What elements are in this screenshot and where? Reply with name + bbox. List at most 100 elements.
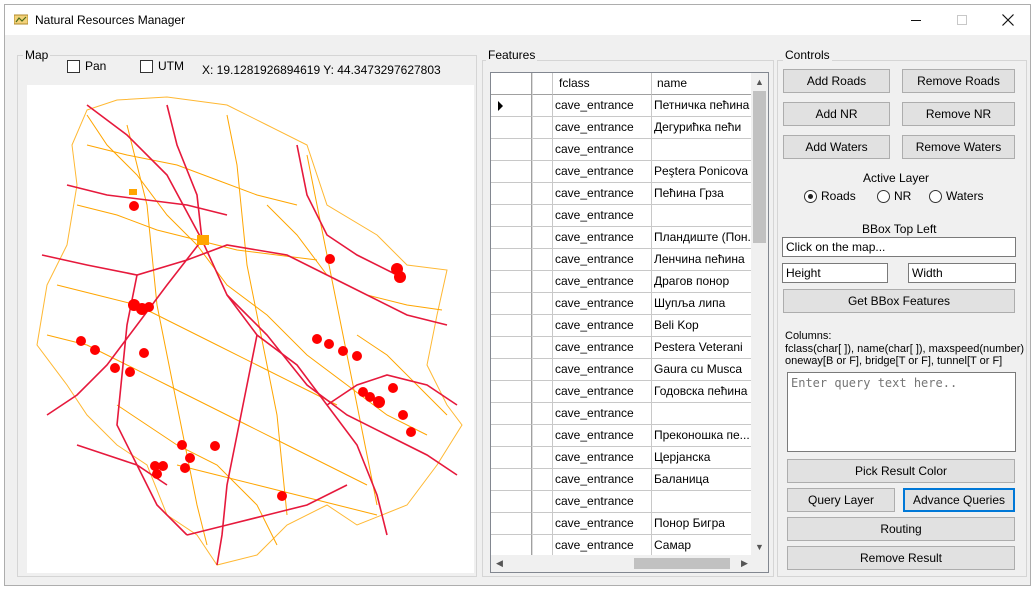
- table-row[interactable]: cave_entrance: [491, 491, 753, 513]
- name-cell[interactable]: [652, 139, 752, 161]
- row-selector[interactable]: [491, 337, 532, 359]
- row-selector[interactable]: [491, 227, 532, 249]
- row-index-cell[interactable]: [532, 535, 553, 557]
- name-cell[interactable]: Ленчина пећина: [652, 249, 752, 271]
- name-cell[interactable]: Пећина Грза: [652, 183, 752, 205]
- row-index-cell[interactable]: [532, 271, 553, 293]
- fclass-cell[interactable]: cave_entrance: [553, 205, 652, 227]
- table-row[interactable]: cave_entrance Пећина Грза: [491, 183, 753, 205]
- name-cell[interactable]: Баланица: [652, 469, 752, 491]
- name-cell[interactable]: Понор Бигра: [652, 513, 752, 535]
- row-index-cell[interactable]: [532, 337, 553, 359]
- row-index-cell[interactable]: [532, 95, 553, 117]
- name-cell[interactable]: Peştera Ponicova: [652, 161, 752, 183]
- remove-nr-button[interactable]: Remove NR: [902, 102, 1015, 126]
- width-field[interactable]: Width: [908, 263, 1016, 283]
- fclass-cell[interactable]: cave_entrance: [553, 117, 652, 139]
- fclass-cell[interactable]: cave_entrance: [553, 161, 652, 183]
- name-cell[interactable]: Шупља липа: [652, 293, 752, 315]
- header-fclass[interactable]: fclass: [553, 73, 652, 95]
- vertical-scroll-thumb[interactable]: [753, 91, 766, 243]
- row-selector[interactable]: [491, 139, 532, 161]
- minimize-button[interactable]: [893, 5, 939, 35]
- name-cell[interactable]: Gaura cu Musca: [652, 359, 752, 381]
- row-index-cell[interactable]: [532, 183, 553, 205]
- name-cell[interactable]: [652, 491, 752, 513]
- add-waters-button[interactable]: Add Waters: [783, 135, 890, 159]
- name-cell[interactable]: Дегурићка пећи: [652, 117, 752, 139]
- fclass-cell[interactable]: cave_entrance: [553, 359, 652, 381]
- table-row[interactable]: cave_entrance Peştera Ponicova: [491, 161, 753, 183]
- fclass-cell[interactable]: cave_entrance: [553, 337, 652, 359]
- table-row[interactable]: cave_entrance Beli Kop: [491, 315, 753, 337]
- pan-checkbox[interactable]: Pan: [67, 59, 106, 73]
- radio-roads-dot[interactable]: [804, 189, 817, 203]
- utm-checkbox[interactable]: UTM: [140, 59, 184, 73]
- name-cell[interactable]: Годовска пећина: [652, 381, 752, 403]
- row-selector[interactable]: [491, 183, 532, 205]
- row-index-cell[interactable]: [532, 117, 553, 139]
- name-cell[interactable]: [652, 205, 752, 227]
- row-selector[interactable]: [491, 447, 532, 469]
- header-name[interactable]: name: [652, 73, 752, 95]
- fclass-cell[interactable]: cave_entrance: [553, 403, 652, 425]
- name-cell[interactable]: Самар: [652, 535, 752, 557]
- row-index-cell[interactable]: [532, 139, 553, 161]
- row-selector[interactable]: [491, 95, 532, 117]
- row-index-cell[interactable]: [532, 359, 553, 381]
- table-row[interactable]: cave_entrance Ленчина пећина: [491, 249, 753, 271]
- row-index-cell[interactable]: [532, 491, 553, 513]
- remove-waters-button[interactable]: Remove Waters: [902, 135, 1015, 159]
- table-row[interactable]: cave_entrance Gaura cu Musca: [491, 359, 753, 381]
- row-index-cell[interactable]: [532, 447, 553, 469]
- bbox-top-left-field[interactable]: Click on the map...: [782, 237, 1016, 257]
- row-index-cell[interactable]: [532, 381, 553, 403]
- row-index-cell[interactable]: [532, 227, 553, 249]
- fclass-cell[interactable]: cave_entrance: [553, 183, 652, 205]
- grid-vertical-scrollbar[interactable]: ▲ ▼: [751, 73, 768, 555]
- name-cell[interactable]: Петничка пећина: [652, 95, 752, 117]
- grid-horizontal-scrollbar[interactable]: ◀ ▶: [491, 555, 753, 572]
- fclass-cell[interactable]: cave_entrance: [553, 249, 652, 271]
- name-cell[interactable]: Драгов понор: [652, 271, 752, 293]
- fclass-cell[interactable]: cave_entrance: [553, 139, 652, 161]
- name-cell[interactable]: [652, 403, 752, 425]
- remove-result-button[interactable]: Remove Result: [787, 546, 1015, 570]
- table-row[interactable]: cave_entrance Драгов понор: [491, 271, 753, 293]
- row-selector[interactable]: [491, 271, 532, 293]
- row-index-cell[interactable]: [532, 161, 553, 183]
- fclass-cell[interactable]: cave_entrance: [553, 513, 652, 535]
- row-selector[interactable]: [491, 425, 532, 447]
- row-selector[interactable]: [491, 359, 532, 381]
- remove-roads-button[interactable]: Remove Roads: [902, 69, 1015, 93]
- row-index-cell[interactable]: [532, 469, 553, 491]
- row-index-cell[interactable]: [532, 293, 553, 315]
- table-row[interactable]: cave_entrance: [491, 139, 753, 161]
- row-selector[interactable]: [491, 293, 532, 315]
- fclass-cell[interactable]: cave_entrance: [553, 227, 652, 249]
- radio-nr-dot[interactable]: [877, 189, 890, 203]
- routing-button[interactable]: Routing: [787, 517, 1015, 541]
- row-selector[interactable]: [491, 205, 532, 227]
- table-row[interactable]: cave_entrance Преконошка пе...: [491, 425, 753, 447]
- table-row[interactable]: cave_entrance Самар: [491, 535, 753, 557]
- radio-roads[interactable]: Roads: [804, 189, 856, 203]
- row-index-cell[interactable]: [532, 425, 553, 447]
- utm-checkbox-box[interactable]: [140, 59, 153, 73]
- row-selector[interactable]: [491, 161, 532, 183]
- table-row[interactable]: cave_entrance Пландиште (Пон...: [491, 227, 753, 249]
- row-selector[interactable]: [491, 117, 532, 139]
- fclass-cell[interactable]: cave_entrance: [553, 491, 652, 513]
- table-row[interactable]: cave_entrance Pestera Veterani: [491, 337, 753, 359]
- height-field[interactable]: Height: [782, 263, 888, 283]
- name-cell[interactable]: Церјанска: [652, 447, 752, 469]
- row-selector[interactable]: [491, 491, 532, 513]
- table-row[interactable]: cave_entrance Баланица: [491, 469, 753, 491]
- scroll-up-icon[interactable]: ▲: [751, 73, 768, 90]
- close-button[interactable]: [985, 5, 1031, 35]
- table-row[interactable]: cave_entrance Дегурићка пећи: [491, 117, 753, 139]
- fclass-cell[interactable]: cave_entrance: [553, 425, 652, 447]
- fclass-cell[interactable]: cave_entrance: [553, 535, 652, 557]
- features-grid[interactable]: fclass name cave_entrance Петничка пећина…: [490, 72, 769, 573]
- query-textarea[interactable]: [787, 372, 1016, 452]
